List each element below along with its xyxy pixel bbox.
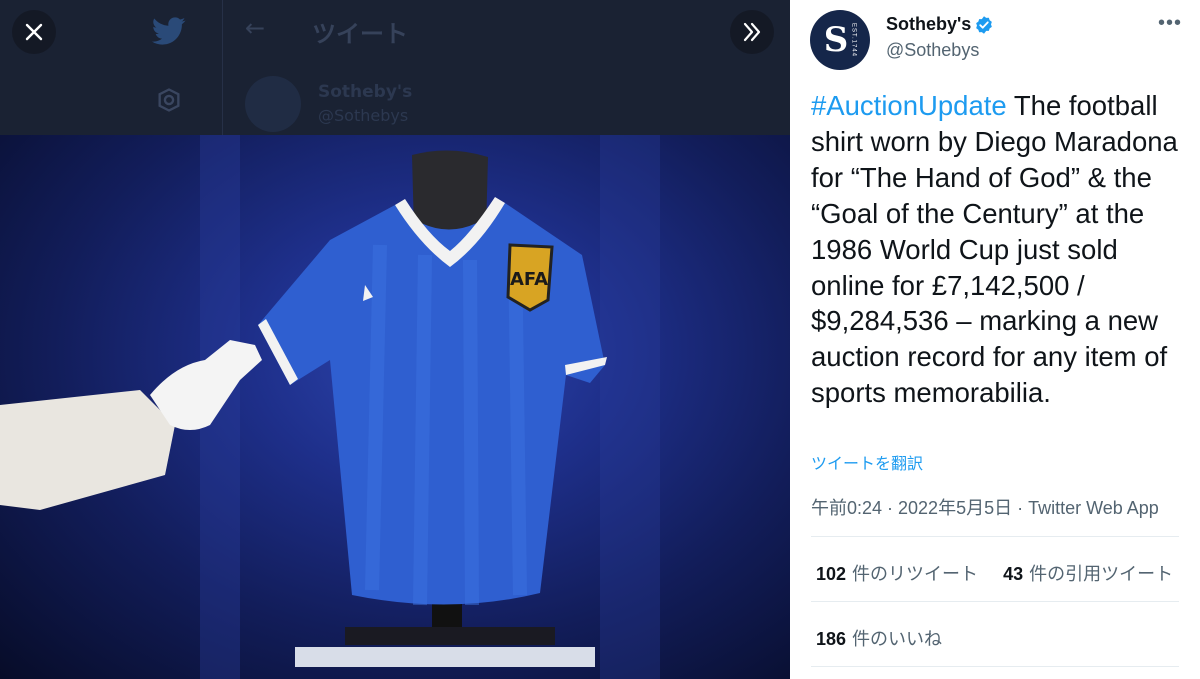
handle[interactable]: @Sothebys xyxy=(886,40,979,61)
background-name: Sotheby's xyxy=(318,82,413,102)
media-viewer: ← ツイート Sotheby's @Sothebys AFA xyxy=(0,0,790,679)
tweet-text: #AuctionUpdate The football shirt worn b… xyxy=(811,88,1196,411)
quotes-count: 43 xyxy=(1003,564,1024,584)
display-name[interactable]: Sotheby's xyxy=(886,14,971,35)
divider xyxy=(811,666,1179,667)
toggle-panel-button[interactable] xyxy=(730,10,774,54)
background-avatar xyxy=(245,76,301,132)
avatar-logo: S xyxy=(823,20,849,60)
divider xyxy=(811,601,1179,602)
chevron-double-right-icon xyxy=(743,22,761,42)
tweet-panel: S EST.1744 Sotheby's @Sothebys ••• #Auct… xyxy=(790,0,1200,679)
back-arrow-icon: ← xyxy=(245,14,266,42)
maradona-shirt-image: AFA xyxy=(0,135,660,679)
likes-stat[interactable]: 186 件のいいね xyxy=(816,629,942,649)
divider xyxy=(222,0,223,135)
avatar[interactable]: S EST.1744 xyxy=(810,10,870,70)
retweets-stat[interactable]: 102 件のリツイート xyxy=(816,564,978,584)
tweet-photo[interactable]: AFA xyxy=(0,135,790,679)
quotes-label: 件の引用ツイート xyxy=(1029,564,1174,584)
settings-icon xyxy=(158,88,180,112)
background-handle: @Sothebys xyxy=(318,106,409,125)
tweet-timestamp[interactable]: 午前0:24 · 2022年5月5日 · Twitter Web App xyxy=(811,494,1159,520)
twitter-logo-icon xyxy=(151,17,186,45)
engagement-stats: 102 件のリツイート 43 件の引用ツイート xyxy=(816,560,1193,586)
close-icon xyxy=(25,23,43,41)
background-timeline: ← ツイート Sotheby's @Sothebys xyxy=(0,0,790,135)
tweet-body: The football shirt worn by Diego Maradon… xyxy=(811,90,1178,409)
avatar-logo-est: EST.1744 xyxy=(850,22,857,58)
retweets-count: 102 xyxy=(816,564,847,584)
more-options-icon[interactable]: ••• xyxy=(1158,12,1182,35)
divider xyxy=(811,536,1179,537)
likes-stats: 186 件のいいね xyxy=(816,625,962,651)
quote-tweets-stat[interactable]: 43 件の引用ツイート xyxy=(1003,564,1173,584)
likes-count: 186 xyxy=(816,629,847,649)
background-header-title: ツイート xyxy=(312,20,408,48)
retweets-label: 件のリツイート xyxy=(852,564,979,584)
hashtag-link[interactable]: #AuctionUpdate xyxy=(811,90,1007,121)
likes-label: 件のいいね xyxy=(852,629,943,649)
svg-text:AFA: AFA xyxy=(510,269,548,290)
close-button[interactable] xyxy=(12,10,56,54)
verified-badge-icon xyxy=(976,16,992,34)
translate-tweet-link[interactable]: ツイートを翻訳 xyxy=(811,450,923,474)
